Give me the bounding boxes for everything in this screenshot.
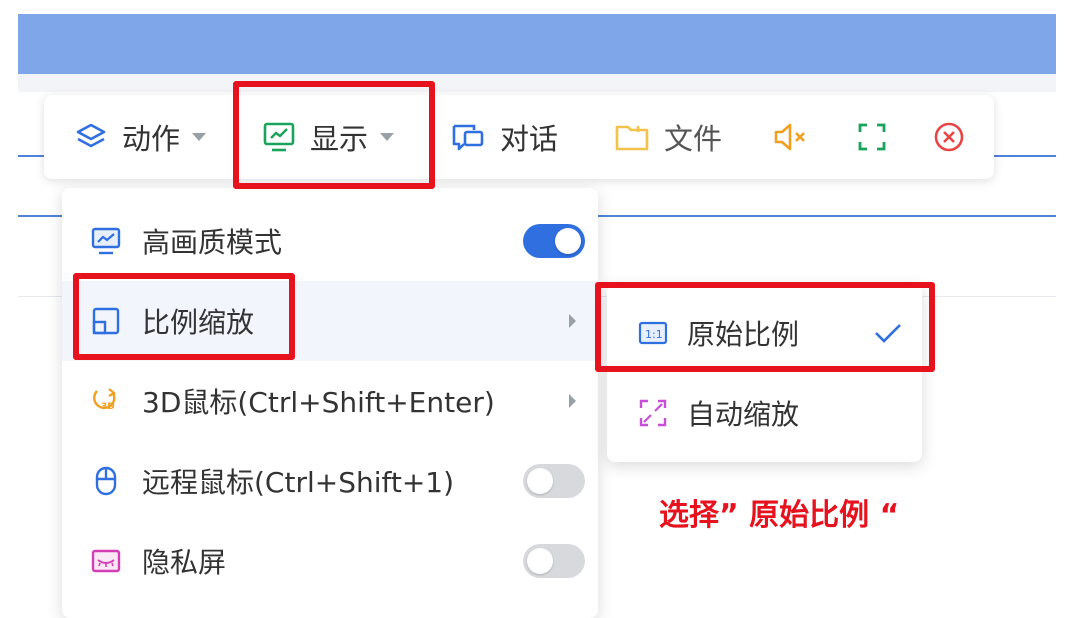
folder-icon: [615, 125, 649, 151]
3d-mouse-icon: 3D: [93, 388, 116, 412]
highlight-box-display: [233, 81, 435, 189]
svg-text:3D: 3D: [101, 402, 115, 412]
mute-button[interactable]: [772, 95, 810, 179]
fullscreen-button[interactable]: [856, 95, 888, 179]
action-menu-button[interactable]: 动作: [74, 95, 207, 179]
menu-item-label: 高画质模式: [142, 226, 283, 259]
menu-item-high-quality[interactable]: 高画质模式: [62, 201, 598, 281]
submenu-item-label: 自动缩放: [687, 398, 800, 431]
file-button[interactable]: 文件: [614, 95, 722, 179]
chevron-right-icon: [569, 394, 576, 408]
chat-label: 对话: [500, 122, 559, 156]
chevron-right-icon: [569, 314, 576, 328]
annotation-text: 选择” 原始比例 “: [659, 498, 900, 533]
menu-item-label: 3D鼠标(Ctrl+Shift+Enter): [142, 386, 495, 419]
toggle-knob: [527, 548, 553, 574]
layers-icon: [76, 123, 106, 148]
toggle-knob: [555, 228, 581, 254]
file-label: 文件: [664, 122, 723, 156]
speaker-muted-icon: [774, 123, 805, 151]
menu-item-remote-mouse[interactable]: 远程鼠标(Ctrl+Shift+1): [62, 441, 598, 521]
mouse-icon: [95, 466, 117, 496]
highlight-box-scale: [73, 273, 295, 360]
close-circle-icon: [934, 122, 964, 152]
menu-item-label: 隐私屏: [142, 546, 227, 579]
action-menu-label: 动作: [122, 122, 181, 156]
privacy-screen-icon: [91, 549, 121, 573]
window-header-bar: [18, 14, 1056, 74]
menu-item-privacy-screen[interactable]: 隐私屏: [62, 521, 598, 601]
menu-item-3d-mouse[interactable]: 3D 3D鼠标(Ctrl+Shift+Enter): [62, 361, 598, 441]
window-subheader: [18, 74, 1056, 92]
auto-scale-icon: [639, 399, 667, 427]
remote-toolbar: 动作 显示 对话 文件: [44, 95, 994, 179]
chevron-down-icon: [192, 133, 207, 141]
chat-icon: [452, 124, 484, 151]
display-dropdown-menu: 高画质模式 比例缩放 3D 3D鼠标(Ctrl+Shift+Enter) 远程鼠…: [62, 188, 598, 618]
privacy-screen-toggle[interactable]: [523, 544, 585, 578]
monitor-icon: [91, 227, 121, 255]
fullscreen-icon: [858, 123, 886, 151]
high-quality-toggle[interactable]: [523, 224, 585, 258]
chat-button[interactable]: 对话: [450, 95, 558, 179]
disconnect-button[interactable]: [932, 95, 966, 179]
highlight-box-original-ratio: [595, 282, 935, 372]
submenu-item-auto-scale[interactable]: 自动缩放: [607, 373, 922, 453]
menu-item-label: 远程鼠标(Ctrl+Shift+1): [142, 466, 455, 499]
remote-mouse-toggle[interactable]: [523, 464, 585, 498]
toggle-knob: [527, 468, 553, 494]
